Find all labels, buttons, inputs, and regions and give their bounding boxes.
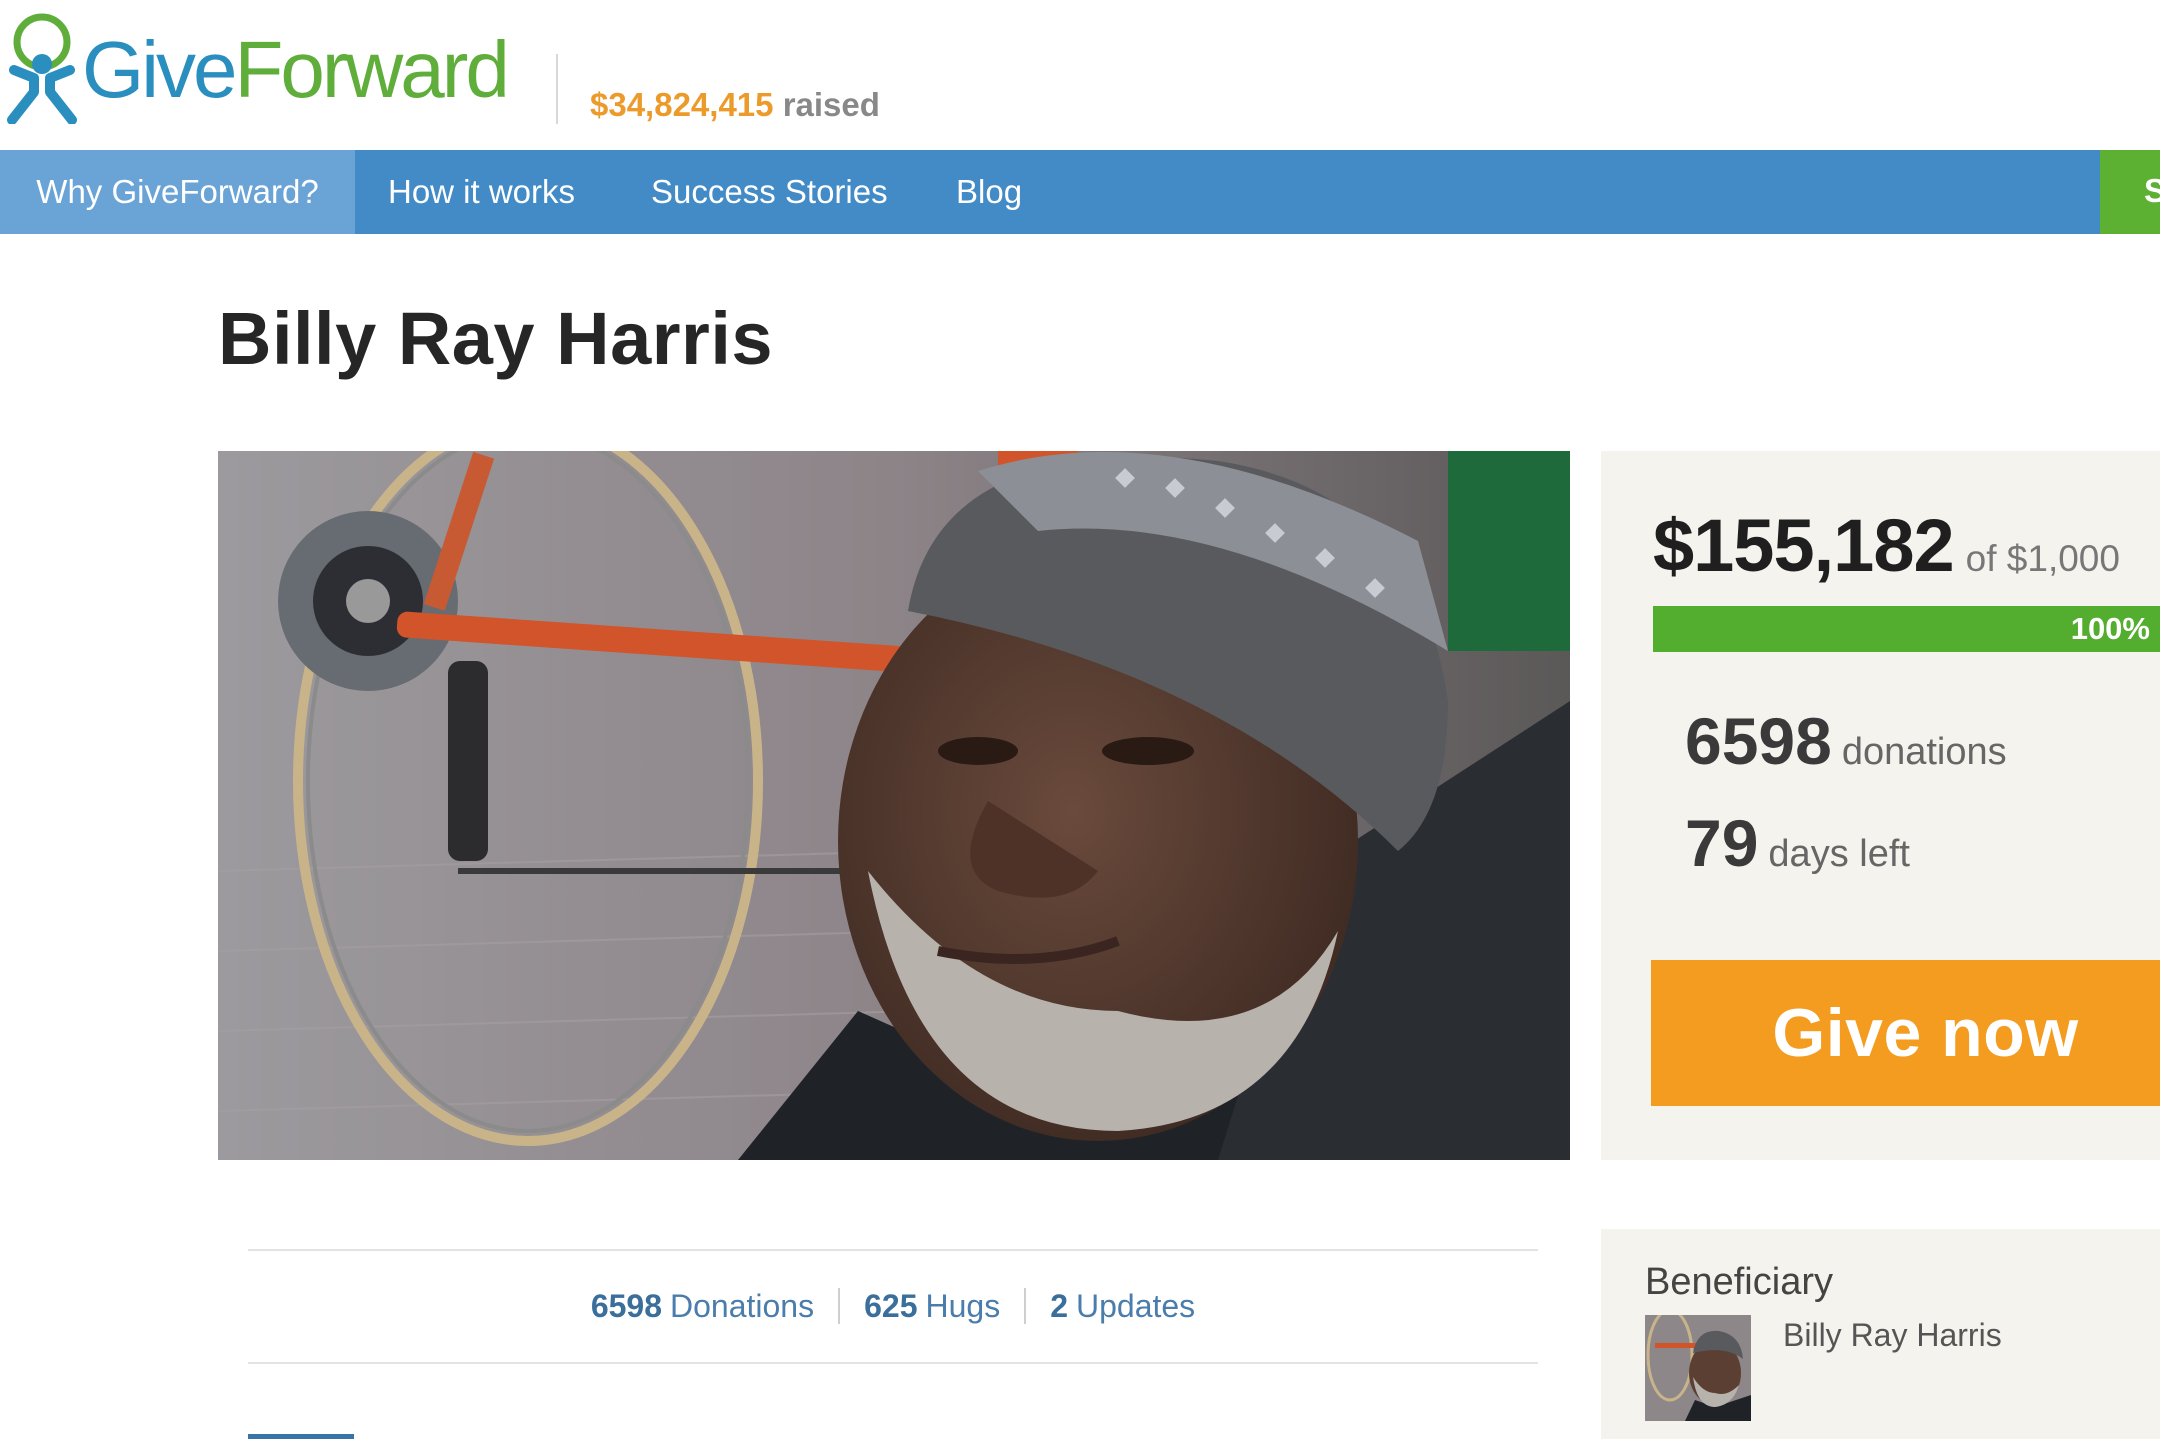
campaign-photo [218,451,1570,1160]
total-raised-label: raised [782,86,880,123]
stats-divider-bottom [248,1362,1538,1364]
give-now-button[interactable]: Give now [1651,960,2160,1106]
updates-tab-count: 2 [1050,1287,1068,1324]
hugs-tab-label: Hugs [925,1287,1001,1324]
donations-label: donations [1841,731,2007,773]
days-left-stat: 79 days left [1685,805,1910,881]
page-title: Billy Ray Harris [218,297,774,380]
beneficiary-name[interactable]: Billy Ray Harris [1783,1317,2002,1354]
progress-percent: 100% [2070,611,2150,646]
active-tab-indicator [248,1434,354,1439]
beneficiary-avatar[interactable] [1645,1315,1751,1421]
nav-how-it-works[interactable]: How it works [388,150,575,234]
total-raised: $34,824,415 raised [590,86,880,124]
stats-separator [838,1288,841,1324]
site-header: GiveForward $34,824,415 raised [0,0,2160,150]
updates-tab[interactable]: 2 Updates [1050,1288,1195,1325]
progress-bar: 100% [1653,606,2160,652]
header-divider [556,54,558,124]
nav-blog[interactable]: Blog [956,150,1022,234]
logo-give-text: Give [82,25,237,114]
giveforward-logo[interactable]: GiveForward [4,12,510,124]
main-nav: Why GiveForward? How it works Success St… [0,150,2100,234]
beneficiary-avatar-image [1645,1315,1751,1421]
amount-raised: $155,182 [1653,504,1955,587]
updates-tab-label: Updates [1075,1287,1196,1324]
nav-start-button[interactable]: S [2100,150,2160,234]
donations-tab-label: Donations [670,1287,815,1324]
beneficiary-title: Beneficiary [1645,1261,1833,1303]
stats-divider-top [248,1249,1538,1251]
hugs-tab-count: 625 [864,1287,918,1324]
campaign-stats-bar: 6598 Donations 625 Hugs 2 Updates [248,1278,1538,1334]
amount-goal: of $1,000 [1965,538,2120,579]
donations-stat: 6598 donations [1685,703,2007,779]
logo-wordmark: GiveForward [82,30,510,110]
logo-forward-text: Forward [234,25,510,114]
days-left-count: 79 [1685,806,1759,880]
donations-tab-count: 6598 [590,1287,662,1324]
nav-success-stories[interactable]: Success Stories [651,150,888,234]
person-logo-icon [7,13,77,124]
stats-separator [1024,1288,1027,1324]
total-raised-amount: $34,824,415 [590,86,774,123]
days-left-label: days left [1768,833,1910,875]
amount-line: $155,182 of $1,000 [1653,503,2120,588]
hugs-tab[interactable]: 625 Hugs [864,1288,1000,1325]
donations-count: 6598 [1685,704,1832,778]
campaign-photo-illustration [218,451,1570,1160]
beneficiary-card: Beneficiary Billy Ray Harris [1601,1229,2160,1439]
campaign-progress-panel: $155,182 of $1,000 100% 6598 donations 79 d… [1601,451,2160,1160]
donations-tab[interactable]: 6598 Donations [591,1288,814,1325]
nav-why-giveforward[interactable]: Why GiveForward? [0,150,355,234]
nav-start-label: S [2144,172,2160,209]
